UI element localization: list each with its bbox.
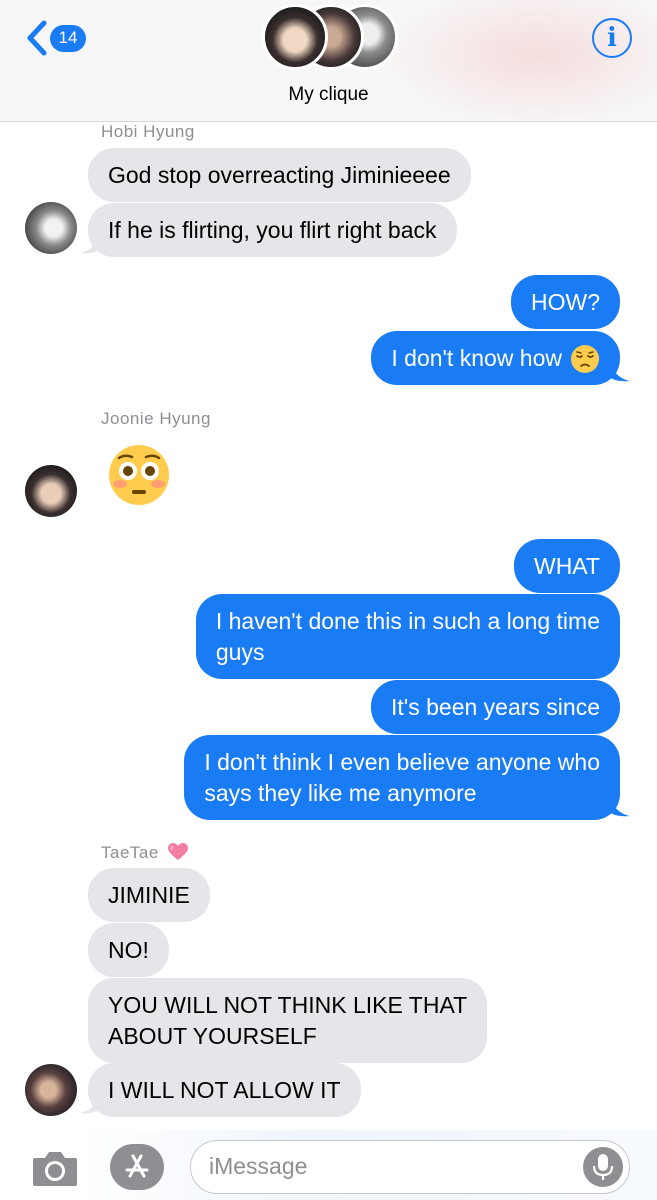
message-bubble-outgoing[interactable]: It's been years since — [371, 680, 620, 734]
message-text-line: I don't think I even believe anyone who — [204, 749, 600, 775]
info-icon: i — [607, 23, 617, 53]
flushed-face-icon[interactable] — [108, 444, 170, 506]
avatar[interactable] — [25, 202, 77, 254]
conversation-header: 14 My clique i — [0, 0, 657, 122]
message-bubble-outgoing[interactable]: HOW? — [511, 275, 620, 329]
sender-name: TaeTae — [101, 843, 189, 863]
message-text-line: guys — [215, 639, 265, 665]
message-bubble-incoming[interactable]: I WILL NOT ALLOW IT — [88, 1063, 361, 1117]
sender-name-text: TaeTae — [101, 843, 159, 862]
avatar[interactable] — [25, 1064, 77, 1116]
message-bubble-outgoing[interactable]: WHAT — [513, 539, 620, 593]
camera-icon[interactable] — [31, 1148, 79, 1188]
pink-heart-icon — [168, 843, 189, 860]
message-text-line: YOU WILL NOT THINK LIKE THAT — [108, 992, 468, 1018]
bubble-tail — [608, 362, 630, 382]
bubble-tail — [608, 797, 630, 817]
group-avatar-1 — [262, 4, 328, 70]
message-bubble-incoming[interactable]: YOU WILL NOT THINK LIKE THAT ABOUT YOURS… — [88, 978, 488, 1063]
message-input-container — [190, 1140, 630, 1194]
pensive-face-icon — [571, 345, 599, 373]
unread-count-badge: 14 — [50, 24, 86, 52]
bubble-tail — [80, 234, 102, 254]
message-bubble-incoming[interactable]: If he is flirting, you flirt right back — [88, 203, 457, 257]
group-name[interactable]: My clique — [0, 84, 657, 106]
avatar[interactable] — [25, 465, 77, 517]
composer-bar — [0, 1130, 657, 1200]
message-text-line: I haven't done this in such a long time — [215, 608, 600, 634]
group-avatars[interactable] — [262, 2, 402, 72]
sender-name: Hobi Hyung — [101, 122, 195, 141]
message-bubble-outgoing[interactable]: I don't think I even believe anyone who … — [184, 735, 620, 820]
dictation-button[interactable] — [583, 1147, 623, 1187]
message-bubble-incoming[interactable]: NO! — [88, 923, 169, 977]
message-bubble-incoming[interactable]: God stop overreacting Jiminieeee — [88, 148, 471, 202]
back-button[interactable]: 14 — [22, 18, 86, 58]
message-text-line: says they like me anymore — [204, 780, 477, 806]
message-bubble-incoming[interactable]: JIMINIE — [88, 868, 210, 922]
message-text: I don't know how — [391, 345, 562, 371]
info-button[interactable]: i — [592, 18, 632, 58]
message-input[interactable] — [209, 1141, 569, 1192]
message-bubble-outgoing[interactable]: I haven't done this in such a long time … — [195, 594, 620, 679]
message-bubble-outgoing[interactable]: I don't know how — [371, 331, 620, 385]
chevron-left-icon — [27, 20, 47, 56]
bubble-tail — [80, 1094, 102, 1114]
app-store-button[interactable] — [110, 1144, 164, 1190]
app-store-icon — [125, 1154, 149, 1178]
microphone-icon — [592, 1154, 614, 1180]
message-text-line: ABOUT YOURSELF — [108, 1023, 317, 1049]
sender-name: Joonie Hyung — [101, 409, 211, 428]
